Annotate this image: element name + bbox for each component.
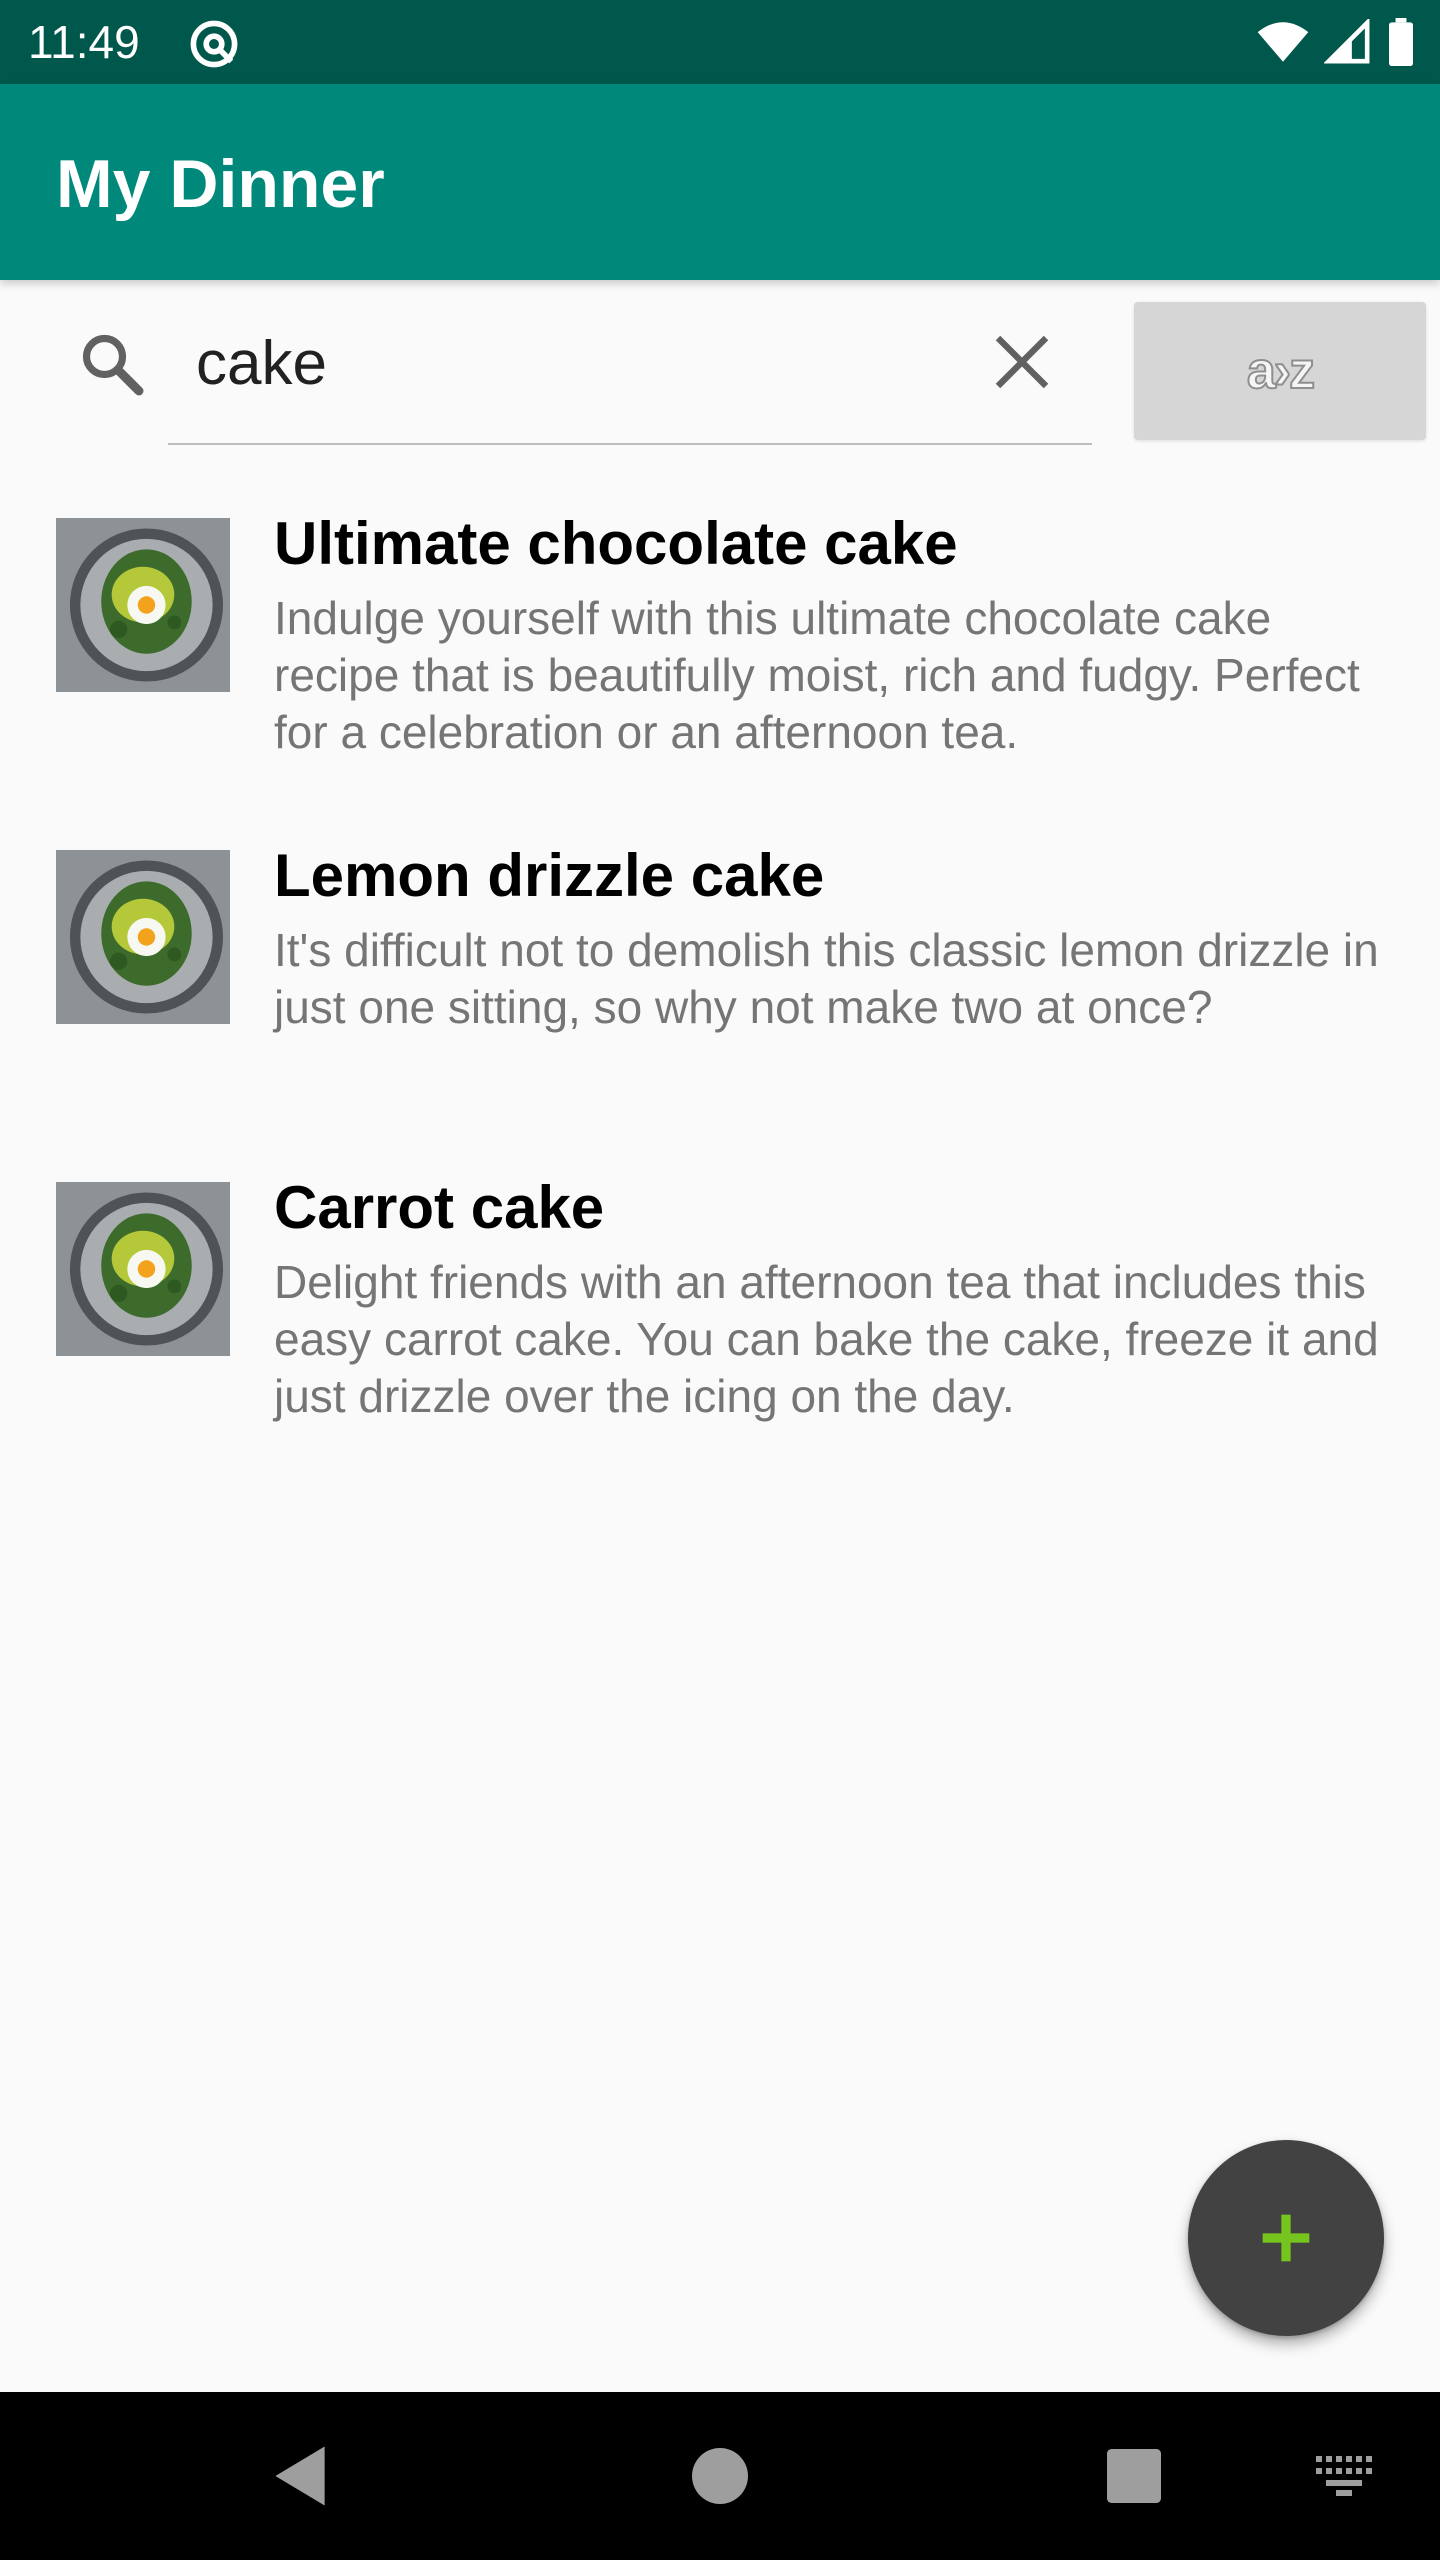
sort-az-icon: a›z <box>1246 341 1316 401</box>
recipe-item[interactable]: Ultimate chocolate cake Indulge yourself… <box>0 470 1440 800</box>
signal-icon <box>1324 19 1370 64</box>
back-icon <box>275 2446 325 2506</box>
app-title: My Dinner <box>56 146 385 222</box>
at-sign-icon <box>190 20 238 68</box>
recents-icon <box>1107 2449 1161 2503</box>
recipe-title: Carrot cake <box>274 1174 605 1241</box>
add-recipe-button[interactable] <box>1188 2140 1384 2336</box>
recipe-title: Lemon drizzle cake <box>274 842 825 909</box>
search-icon[interactable] <box>76 328 148 400</box>
navigation-bar <box>0 2392 1440 2560</box>
close-icon[interactable] <box>990 330 1054 394</box>
status-icons <box>1256 16 1416 68</box>
recents-button[interactable] <box>1092 2434 1176 2518</box>
keyboard-button[interactable] <box>1302 2434 1386 2518</box>
recipe-item[interactable]: Carrot cake Delight friends with an afte… <box>0 1134 1440 1464</box>
sort-az-button[interactable]: a›z <box>1134 302 1426 440</box>
battery-icon <box>1389 18 1413 66</box>
search-input[interactable] <box>196 318 956 408</box>
status-bar: 11:49 <box>0 0 1440 84</box>
recipe-thumbnail <box>56 1182 230 1356</box>
recipe-title: Ultimate chocolate cake <box>274 510 958 577</box>
keyboard-icon <box>1316 2456 1372 2496</box>
recipe-description: Delight friends with an afternoon tea th… <box>274 1256 1379 1422</box>
home-button[interactable] <box>678 2434 762 2518</box>
plus-icon <box>1262 2214 1310 2262</box>
back-button[interactable] <box>258 2434 342 2518</box>
search-underline <box>168 443 1092 445</box>
recipe-thumbnail <box>56 850 230 1024</box>
recipe-item[interactable]: Lemon drizzle cake It's difficult not to… <box>0 802 1440 1132</box>
recipe-description: Indulge yourself with this ultimate choc… <box>274 592 1360 758</box>
recipe-thumbnail <box>56 518 230 692</box>
recipe-description: It's difficult not to demolish this clas… <box>274 924 1379 1033</box>
status-time: 11:49 <box>28 16 140 68</box>
app-bar: My Dinner <box>0 84 1440 280</box>
home-icon <box>692 2448 748 2504</box>
wifi-icon <box>1257 22 1309 62</box>
